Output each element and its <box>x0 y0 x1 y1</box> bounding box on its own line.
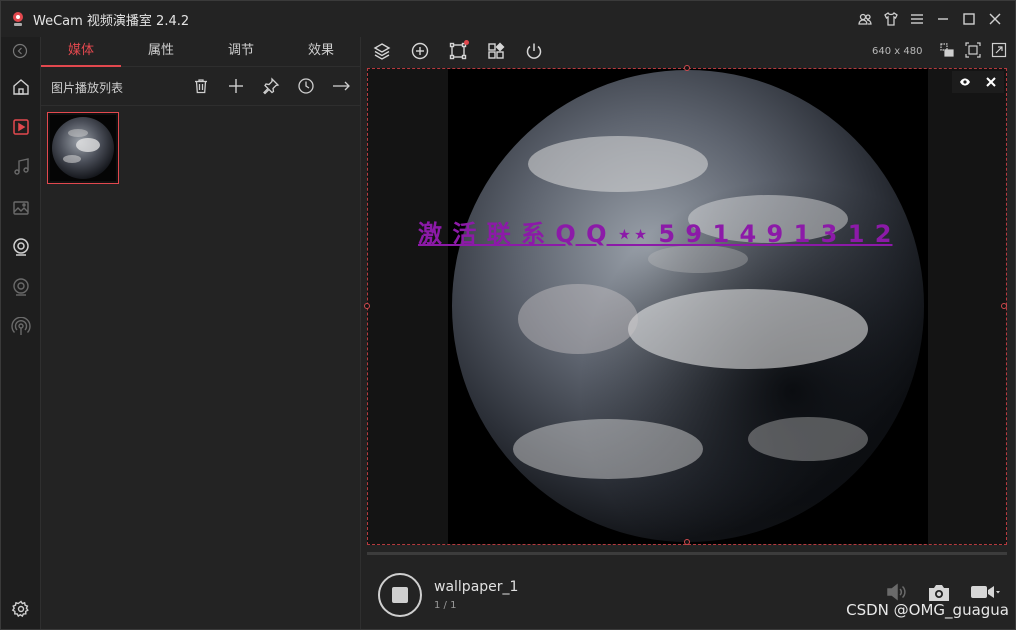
resize-handle-right[interactable] <box>1001 303 1007 309</box>
media-count: 1 / 1 <box>434 600 457 611</box>
tab-properties[interactable]: 属性 <box>121 37 201 67</box>
preview-frame <box>448 69 928 544</box>
pin-button[interactable] <box>261 75 281 97</box>
app-window: WeCam 视频演播室 2.4.2 媒体 属性 调节 效果 图片播放列表 640… <box>0 0 1016 630</box>
preview-controls <box>952 71 1004 93</box>
earth-thumbnail-image <box>50 115 116 181</box>
resolution-label: 640 x 480 <box>872 46 923 57</box>
settings-icon <box>11 600 29 618</box>
rail-camera[interactable] <box>1 267 41 307</box>
rail-image[interactable] <box>1 187 41 227</box>
arrow-right-icon <box>333 81 350 91</box>
resize-handle-top[interactable] <box>684 65 690 71</box>
playback-progress[interactable] <box>367 552 1007 555</box>
broadcast-icon <box>11 317 31 335</box>
close-icon[interactable] <box>985 76 997 88</box>
rail-music[interactable] <box>1 147 41 187</box>
panel-tabs: 媒体 属性 调节 效果 <box>41 37 361 67</box>
menu-icon[interactable] <box>907 9 927 29</box>
camera-icon <box>13 278 29 296</box>
eye-icon[interactable] <box>959 76 971 88</box>
crop-button[interactable] <box>446 39 470 63</box>
credit-watermark: CSDN @OMG_guagua <box>846 601 1009 619</box>
watermark-text: 激 活 联 系 Q Q ⋆⋆ 5 9 1 4 9 1 3 1 2 <box>418 220 893 248</box>
shirt-icon[interactable] <box>881 9 901 29</box>
clock-icon <box>298 78 314 94</box>
player-bar: wallpaper_1 1 / 1 CSDN @OMG_guagua <box>362 557 1015 629</box>
maximize-icon[interactable] <box>959 9 979 29</box>
playlist-title: 图片播放列表 <box>51 81 124 95</box>
widgets-icon <box>488 42 505 59</box>
tab-adjust[interactable]: 调节 <box>201 37 281 67</box>
collapse-icon[interactable] <box>12 43 28 59</box>
snapshot-icon[interactable] <box>927 581 951 603</box>
volume-icon[interactable] <box>885 581 909 603</box>
stop-icon <box>392 587 408 603</box>
media-panel: 媒体 属性 调节 效果 图片播放列表 <box>41 37 361 629</box>
pin-icon <box>263 77 280 95</box>
layers-button[interactable] <box>370 39 394 63</box>
add-circle-icon <box>411 42 429 60</box>
fullscreen-icon[interactable] <box>991 42 1007 58</box>
rail-video[interactable] <box>1 107 41 147</box>
stop-button[interactable] <box>378 573 422 617</box>
music-icon <box>14 158 29 175</box>
users-icon[interactable] <box>855 9 875 29</box>
trash-icon <box>195 79 207 94</box>
left-rail <box>1 37 41 629</box>
webcam-icon <box>13 238 29 256</box>
app-title: WeCam 视频演播室 2.4.2 <box>33 14 190 29</box>
schedule-button[interactable] <box>296 75 316 97</box>
add-source-button[interactable] <box>408 39 432 63</box>
app-logo-icon <box>13 12 23 26</box>
add-button[interactable] <box>226 75 246 97</box>
power-button[interactable] <box>522 39 546 63</box>
earth-image <box>452 70 924 542</box>
video-icon <box>13 119 29 135</box>
main-area: 640 x 480 激 活 联 系 Q Q ⋆⋆ 5 9 1 4 9 1 3 1… <box>362 37 1015 629</box>
media-name: wallpaper_1 <box>434 579 519 595</box>
rail-webcam[interactable] <box>1 227 41 267</box>
playlist-header: 图片播放列表 <box>41 68 361 106</box>
image-icon <box>13 201 29 215</box>
resize-handle-bottom[interactable] <box>684 539 690 545</box>
preview-toolbar: 640 x 480 <box>362 37 1015 65</box>
layers-icon <box>373 43 391 60</box>
preview-canvas[interactable]: 激 活 联 系 Q Q ⋆⋆ 5 9 1 4 9 1 3 1 2 <box>364 65 1007 545</box>
minimize-icon[interactable] <box>933 9 953 29</box>
tab-media[interactable]: 媒体 <box>41 37 121 67</box>
rail-home[interactable] <box>1 67 41 107</box>
delete-button[interactable] <box>191 75 211 97</box>
media-thumbnail[interactable] <box>47 112 119 184</box>
power-icon <box>526 43 542 59</box>
title-bar: WeCam 视频演播室 2.4.2 <box>1 1 1015 37</box>
fit-icon[interactable] <box>965 42 981 58</box>
rail-settings[interactable] <box>1 589 41 629</box>
home-icon <box>13 79 29 95</box>
widgets-button[interactable] <box>484 39 508 63</box>
rail-broadcast[interactable] <box>1 307 41 347</box>
close-icon[interactable] <box>985 9 1005 29</box>
layout-icon[interactable] <box>939 42 955 58</box>
record-icon[interactable] <box>969 581 1001 603</box>
next-button[interactable] <box>331 75 351 97</box>
plus-icon <box>229 79 243 93</box>
tab-effects[interactable]: 效果 <box>281 37 361 67</box>
notification-dot <box>464 40 469 45</box>
resize-handle-left[interactable] <box>364 303 370 309</box>
